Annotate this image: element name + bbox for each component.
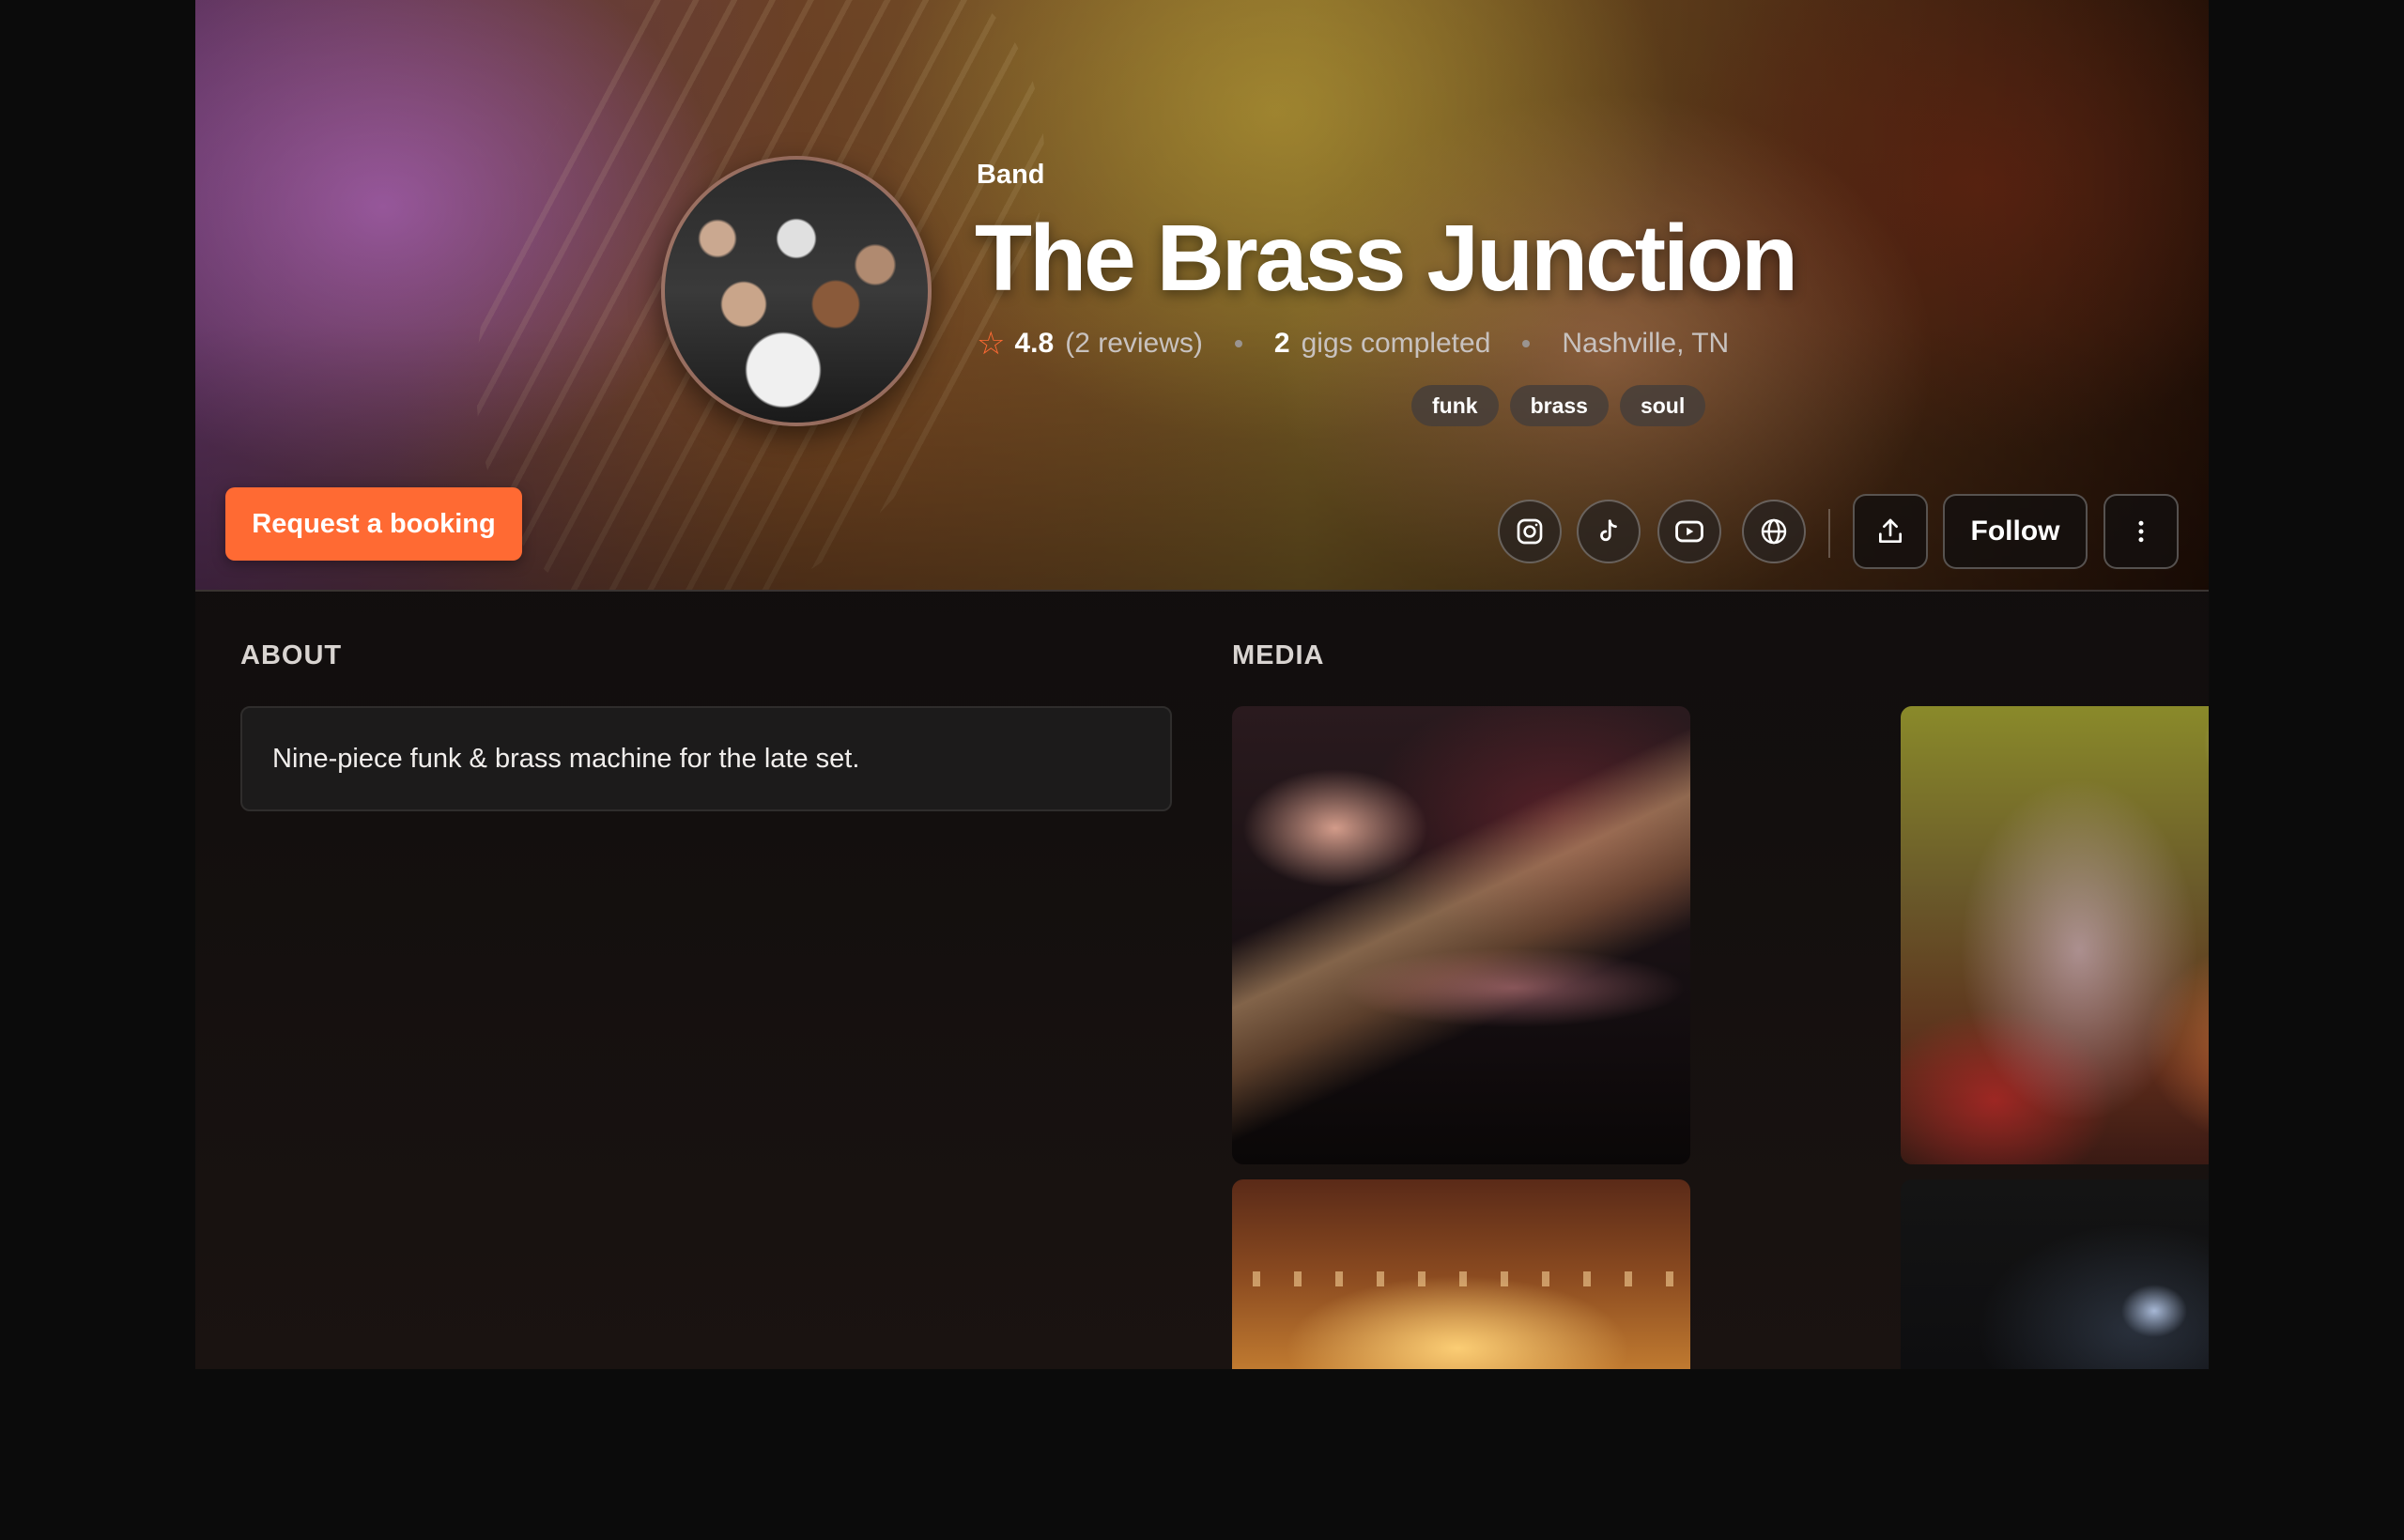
globe-icon <box>1761 518 1787 545</box>
instagram-icon <box>1517 518 1543 545</box>
gigs-count: 2 <box>1273 328 1290 359</box>
gigs-label: gigs completed <box>1301 328 1491 359</box>
tiktok-button[interactable] <box>1577 500 1641 563</box>
more-vertical-icon <box>2138 520 2144 543</box>
website-button[interactable] <box>1742 500 1806 563</box>
about-card: Nine-piece funk & brass machine for the … <box>240 706 1172 811</box>
youtube-button[interactable] <box>1657 500 1721 563</box>
separator-dot <box>1522 340 1531 347</box>
youtube-icon <box>1675 520 1703 543</box>
media-item-stage-lights[interactable] <box>1232 1179 1690 1369</box>
separator-dot <box>1234 340 1242 347</box>
share-icon <box>1879 518 1902 543</box>
reviews-link[interactable]: (2 reviews) <box>1065 328 1203 360</box>
avatar <box>661 156 932 426</box>
about-text: Nine-piece funk & brass machine for the … <box>272 743 860 774</box>
page-bottom-area <box>0 1369 2404 1540</box>
follow-button[interactable]: Follow <box>1943 494 2088 569</box>
share-button[interactable] <box>1853 494 1928 569</box>
page-title: The Brass Junction <box>975 206 1798 311</box>
more-options-button[interactable] <box>2104 494 2179 569</box>
media-item-trumpet[interactable] <box>1232 706 1690 1164</box>
tag-soul[interactable]: soul <box>1619 385 1706 426</box>
tag-funk[interactable]: funk <box>1411 385 1499 426</box>
media-item-saxophone[interactable] <box>1901 706 2209 1164</box>
media-item-dark-stage[interactable] <box>1901 1179 2209 1369</box>
media-heading: MEDIA <box>1232 640 1325 670</box>
profile-type-label: Band <box>977 160 1045 190</box>
action-divider <box>1828 509 1830 558</box>
about-heading: ABOUT <box>240 640 343 670</box>
tiktok-icon <box>1600 519 1617 542</box>
instagram-button[interactable] <box>1498 500 1562 563</box>
hero-banner: Band The Brass Junction ☆ 4.8 (2 reviews… <box>195 0 2209 592</box>
tag-brass[interactable]: brass <box>1509 385 1609 426</box>
star-icon: ☆ <box>977 326 1006 362</box>
rating-value: 4.8 <box>1014 328 1055 359</box>
genre-tags: funk brass soul <box>1411 385 1706 426</box>
profile-page: Band The Brass Junction ☆ 4.8 (2 reviews… <box>195 0 2209 1369</box>
profile-meta: ☆ 4.8 (2 reviews) 2 gigs completed Nashv… <box>977 325 1729 362</box>
location: Nashville, TN <box>1562 328 1730 359</box>
request-booking-button[interactable]: Request a booking <box>225 487 522 561</box>
